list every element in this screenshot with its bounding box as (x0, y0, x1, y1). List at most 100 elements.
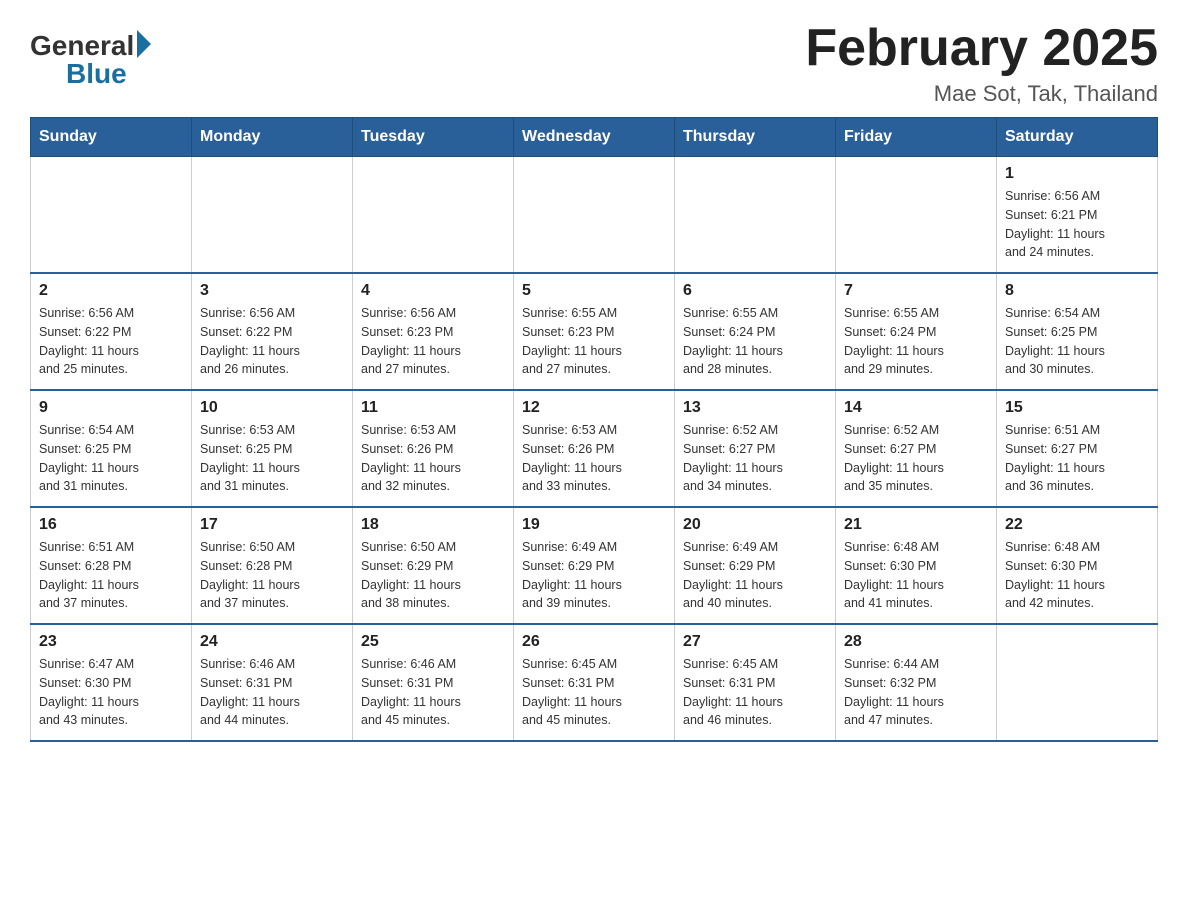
calendar-cell: 6 Sunrise: 6:55 AM Sunset: 6:24 PM Daylig… (675, 273, 836, 390)
page-subtitle: Mae Sot, Tak, Thailand (805, 81, 1158, 107)
day-number: 4 (361, 282, 505, 300)
day-number: 25 (361, 633, 505, 651)
calendar-cell: 18Sunrise: 6:50 AM Sunset: 6:29 PM Dayli… (353, 507, 514, 624)
calendar-cell: 3 Sunrise: 6:56 AM Sunset: 6:22 PM Daylig… (192, 273, 353, 390)
day-info: Sunrise: 6:48 AM Sunset: 6:30 PM Dayligh… (844, 538, 988, 613)
day-info: Sunrise: 6:45 AM Sunset: 6:31 PM Dayligh… (683, 655, 827, 730)
calendar-cell (192, 157, 353, 274)
calendar-cell: 17 Sunrise: 6:50 AM Sunset: 6:28 PM Dayli… (192, 507, 353, 624)
day-number: 19 (522, 516, 666, 534)
calendar-cell: 20 Sunrise: 6:49 AM Sunset: 6:29 PM Dayli… (675, 507, 836, 624)
day-info: Sunrise: 6:47 AM Sunset: 6:30 PM Dayligh… (39, 655, 183, 730)
day-header-friday: Friday (836, 118, 997, 157)
calendar-cell (31, 157, 192, 274)
day-info: Sunrise: 6:51 AM Sunset: 6:28 PM Dayligh… (39, 538, 183, 613)
calendar-cell (836, 157, 997, 274)
day-info: Sunrise: 6:55 AM Sunset: 6:24 PM Dayligh… (683, 304, 827, 379)
day-info: Sunrise: 6:53 AM Sunset: 6:26 PM Dayligh… (361, 421, 505, 496)
day-info: Sunrise: 6:56 AM Sunset: 6:21 PM Dayligh… (1005, 187, 1149, 262)
calendar-cell: 10 Sunrise: 6:53 AM Sunset: 6:25 PM Dayli… (192, 390, 353, 507)
day-number: 1 (1005, 165, 1149, 183)
day-info: Sunrise: 6:50 AM Sunset: 6:28 PM Dayligh… (200, 538, 344, 613)
calendar-table: SundayMondayTuesdayWednesdayThursdayFrid… (30, 117, 1158, 742)
day-number: 11 (361, 399, 505, 417)
day-info: Sunrise: 6:56 AM Sunset: 6:23 PM Dayligh… (361, 304, 505, 379)
day-info: Sunrise: 6:55 AM Sunset: 6:23 PM Dayligh… (522, 304, 666, 379)
day-number: 12 (522, 399, 666, 417)
day-info: Sunrise: 6:49 AM Sunset: 6:29 PM Dayligh… (683, 538, 827, 613)
calendar-cell: 11 Sunrise: 6:53 AM Sunset: 6:26 PM Dayli… (353, 390, 514, 507)
page-title: February 2025 (805, 20, 1158, 77)
calendar-cell: 8Sunrise: 6:54 AM Sunset: 6:25 PM Daylig… (997, 273, 1158, 390)
week-row-3: 9 Sunrise: 6:54 AM Sunset: 6:25 PM Daylig… (31, 390, 1158, 507)
calendar-cell: 27 Sunrise: 6:45 AM Sunset: 6:31 PM Dayli… (675, 624, 836, 741)
title-section: February 2025 Mae Sot, Tak, Thailand (805, 20, 1158, 107)
day-info: Sunrise: 6:54 AM Sunset: 6:25 PM Dayligh… (39, 421, 183, 496)
day-info: Sunrise: 6:53 AM Sunset: 6:25 PM Dayligh… (200, 421, 344, 496)
calendar-cell: 16 Sunrise: 6:51 AM Sunset: 6:28 PM Dayli… (31, 507, 192, 624)
logo: General Blue (30, 20, 151, 90)
day-info: Sunrise: 6:51 AM Sunset: 6:27 PM Dayligh… (1005, 421, 1149, 496)
week-row-4: 16 Sunrise: 6:51 AM Sunset: 6:28 PM Dayli… (31, 507, 1158, 624)
day-header-tuesday: Tuesday (353, 118, 514, 157)
day-number: 16 (39, 516, 183, 534)
day-info: Sunrise: 6:55 AM Sunset: 6:24 PM Dayligh… (844, 304, 988, 379)
day-number: 3 (200, 282, 344, 300)
calendar-cell: 14Sunrise: 6:52 AM Sunset: 6:27 PM Dayli… (836, 390, 997, 507)
page-header: General Blue February 2025 Mae Sot, Tak,… (30, 20, 1158, 107)
calendar-cell: 15 Sunrise: 6:51 AM Sunset: 6:27 PM Dayli… (997, 390, 1158, 507)
calendar-cell: 2 Sunrise: 6:56 AM Sunset: 6:22 PM Daylig… (31, 273, 192, 390)
week-row-2: 2 Sunrise: 6:56 AM Sunset: 6:22 PM Daylig… (31, 273, 1158, 390)
day-info: Sunrise: 6:52 AM Sunset: 6:27 PM Dayligh… (683, 421, 827, 496)
calendar-cell (997, 624, 1158, 741)
calendar-cell: 22 Sunrise: 6:48 AM Sunset: 6:30 PM Dayli… (997, 507, 1158, 624)
day-number: 14 (844, 399, 988, 417)
day-number: 2 (39, 282, 183, 300)
day-number: 27 (683, 633, 827, 651)
calendar-cell: 28 Sunrise: 6:44 AM Sunset: 6:32 PM Dayli… (836, 624, 997, 741)
calendar-cell: 23 Sunrise: 6:47 AM Sunset: 6:30 PM Dayli… (31, 624, 192, 741)
day-info: Sunrise: 6:45 AM Sunset: 6:31 PM Dayligh… (522, 655, 666, 730)
week-row-1: 1 Sunrise: 6:56 AM Sunset: 6:21 PM Daylig… (31, 157, 1158, 274)
day-number: 22 (1005, 516, 1149, 534)
day-number: 17 (200, 516, 344, 534)
logo-blue-text: Blue (66, 58, 127, 90)
calendar-header: SundayMondayTuesdayWednesdayThursdayFrid… (31, 118, 1158, 157)
day-number: 9 (39, 399, 183, 417)
day-number: 24 (200, 633, 344, 651)
day-number: 20 (683, 516, 827, 534)
day-info: Sunrise: 6:56 AM Sunset: 6:22 PM Dayligh… (200, 304, 344, 379)
day-header-thursday: Thursday (675, 118, 836, 157)
day-number: 10 (200, 399, 344, 417)
day-info: Sunrise: 6:53 AM Sunset: 6:26 PM Dayligh… (522, 421, 666, 496)
calendar-cell: 26 Sunrise: 6:45 AM Sunset: 6:31 PM Dayli… (514, 624, 675, 741)
day-number: 23 (39, 633, 183, 651)
calendar-body: 1 Sunrise: 6:56 AM Sunset: 6:21 PM Daylig… (31, 157, 1158, 742)
day-number: 5 (522, 282, 666, 300)
calendar-cell (675, 157, 836, 274)
day-info: Sunrise: 6:46 AM Sunset: 6:31 PM Dayligh… (361, 655, 505, 730)
calendar-cell: 7Sunrise: 6:55 AM Sunset: 6:24 PM Daylig… (836, 273, 997, 390)
day-number: 21 (844, 516, 988, 534)
day-number: 13 (683, 399, 827, 417)
calendar-cell: 25 Sunrise: 6:46 AM Sunset: 6:31 PM Dayli… (353, 624, 514, 741)
day-info: Sunrise: 6:48 AM Sunset: 6:30 PM Dayligh… (1005, 538, 1149, 613)
day-number: 6 (683, 282, 827, 300)
week-row-5: 23 Sunrise: 6:47 AM Sunset: 6:30 PM Dayli… (31, 624, 1158, 741)
day-header-wednesday: Wednesday (514, 118, 675, 157)
day-info: Sunrise: 6:56 AM Sunset: 6:22 PM Dayligh… (39, 304, 183, 379)
day-header-saturday: Saturday (997, 118, 1158, 157)
day-number: 28 (844, 633, 988, 651)
day-number: 26 (522, 633, 666, 651)
day-info: Sunrise: 6:49 AM Sunset: 6:29 PM Dayligh… (522, 538, 666, 613)
day-number: 8 (1005, 282, 1149, 300)
day-number: 18 (361, 516, 505, 534)
day-info: Sunrise: 6:44 AM Sunset: 6:32 PM Dayligh… (844, 655, 988, 730)
calendar-cell: 4 Sunrise: 6:56 AM Sunset: 6:23 PM Daylig… (353, 273, 514, 390)
day-number: 15 (1005, 399, 1149, 417)
calendar-cell: 19 Sunrise: 6:49 AM Sunset: 6:29 PM Dayli… (514, 507, 675, 624)
calendar-cell: 12 Sunrise: 6:53 AM Sunset: 6:26 PM Dayli… (514, 390, 675, 507)
calendar-cell: 5 Sunrise: 6:55 AM Sunset: 6:23 PM Daylig… (514, 273, 675, 390)
day-info: Sunrise: 6:46 AM Sunset: 6:31 PM Dayligh… (200, 655, 344, 730)
calendar-cell: 1 Sunrise: 6:56 AM Sunset: 6:21 PM Daylig… (997, 157, 1158, 274)
